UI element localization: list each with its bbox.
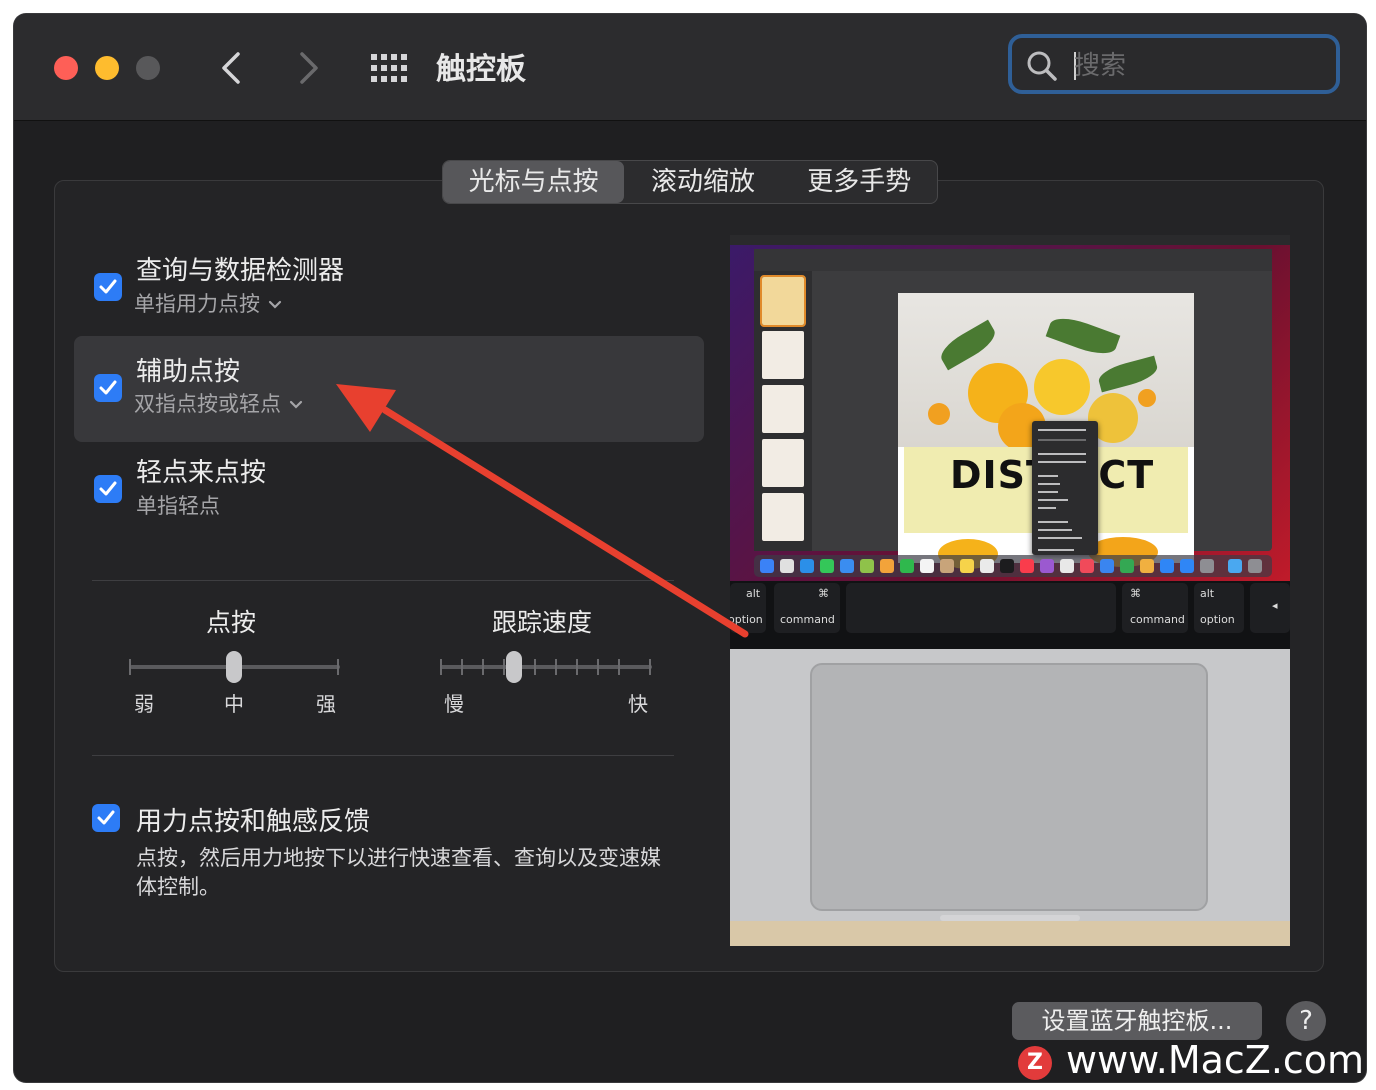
annotation-arrow-icon [336,384,749,638]
